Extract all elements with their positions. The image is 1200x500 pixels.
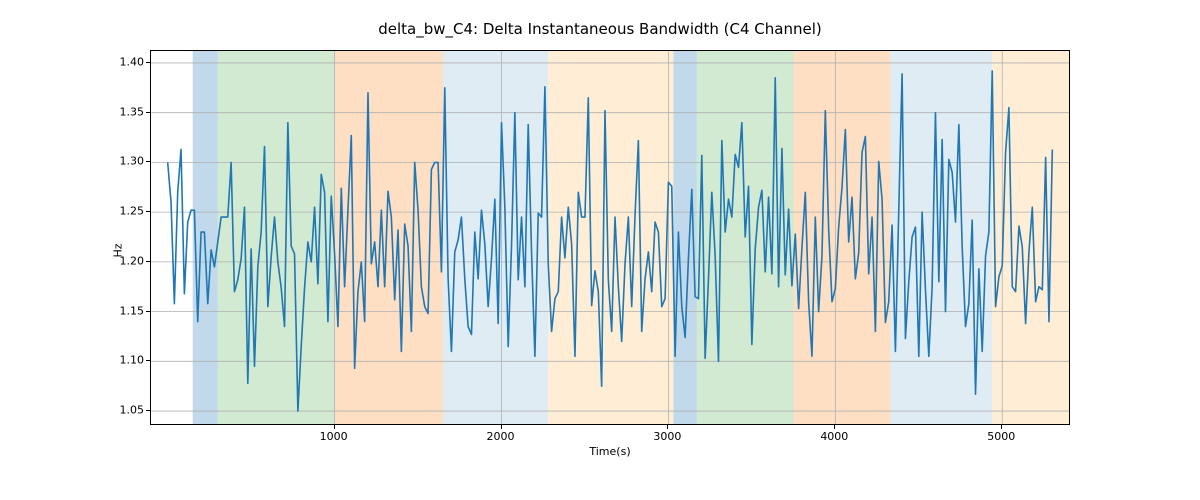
y-tick-label: 1.20 — [84, 254, 144, 267]
x-axis-label: Time(s) — [150, 445, 1070, 458]
y-tick-label: 1.10 — [84, 354, 144, 367]
chart-figure: delta_bw_C4: Delta Instantaneous Bandwid… — [0, 0, 1200, 500]
chart-svg — [151, 51, 1069, 424]
x-tick-label: 5000 — [987, 430, 1015, 443]
y-tick-label: 1.35 — [84, 105, 144, 118]
y-tick-label: 1.30 — [84, 155, 144, 168]
x-tick-label: 3000 — [653, 430, 681, 443]
x-tick-label: 1000 — [320, 430, 348, 443]
y-tick-label: 1.40 — [84, 55, 144, 68]
chart-title: delta_bw_C4: Delta Instantaneous Bandwid… — [0, 20, 1200, 38]
x-tick-label: 2000 — [487, 430, 515, 443]
x-tick-label: 4000 — [820, 430, 848, 443]
plot-area — [150, 50, 1070, 425]
y-tick-label: 1.05 — [84, 404, 144, 417]
y-tick-label: 1.25 — [84, 205, 144, 218]
y-axis-label: Hz — [108, 0, 128, 500]
y-tick-label: 1.15 — [84, 304, 144, 317]
